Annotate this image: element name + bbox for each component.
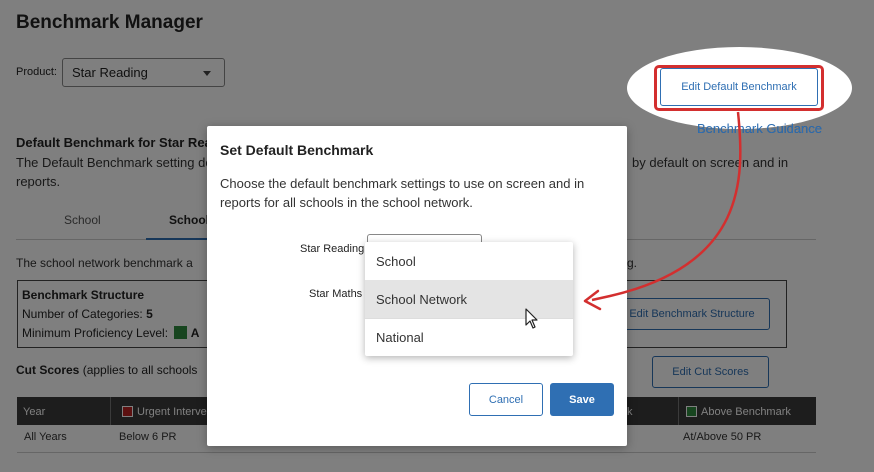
modal-description: Choose the default benchmark settings to… bbox=[220, 176, 585, 210]
mouse-pointer-icon bbox=[525, 308, 538, 329]
benchmark-guidance-link-highlighted[interactable]: Benchmark Guidance bbox=[697, 121, 822, 136]
modal-title: Set Default Benchmark bbox=[220, 142, 374, 158]
dropdown-option-school[interactable]: School bbox=[365, 242, 573, 280]
benchmark-dropdown-list: School School Network National bbox=[365, 242, 573, 356]
save-button[interactable]: Save bbox=[550, 383, 614, 416]
dropdown-option-national[interactable]: National bbox=[365, 318, 573, 356]
dropdown-option-school-network[interactable]: School Network bbox=[365, 280, 573, 318]
cancel-button[interactable]: Cancel bbox=[469, 383, 543, 416]
star-reading-label: Star Reading bbox=[300, 243, 365, 255]
annotation-highlight-box bbox=[654, 65, 824, 111]
star-maths-label: Star Maths bbox=[309, 288, 363, 300]
